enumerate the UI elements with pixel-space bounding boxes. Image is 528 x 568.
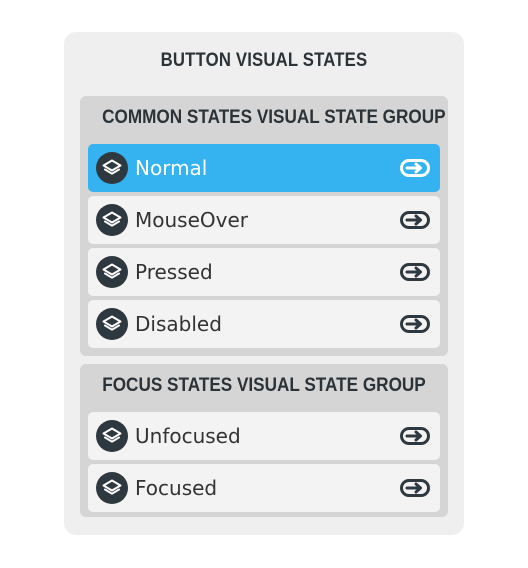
common-states-group: COMMON STATES VISUAL STATE GROUP Normal (80, 96, 448, 356)
state-label: Unfocused (135, 424, 241, 448)
state-label: MouseOver (135, 208, 248, 232)
panel-title: BUTTON VISUAL STATES (160, 50, 368, 71)
state-item-disabled[interactable]: Disabled (88, 300, 440, 348)
link-arrow-icon[interactable] (398, 422, 432, 450)
state-item-pressed[interactable]: Pressed (88, 248, 440, 296)
group-title: FOCUS STATES VISUAL STATE GROUP (102, 374, 426, 396)
state-item-focused[interactable]: Focused (88, 464, 440, 512)
layers-icon (96, 152, 128, 184)
state-label: Normal (135, 156, 208, 180)
link-arrow-icon[interactable] (398, 310, 432, 338)
link-arrow-icon[interactable] (398, 258, 432, 286)
layers-icon (96, 308, 128, 340)
layers-icon (96, 256, 128, 288)
link-arrow-icon[interactable] (398, 206, 432, 234)
layers-icon (96, 204, 128, 236)
state-label: Pressed (135, 260, 213, 284)
link-arrow-icon[interactable] (398, 154, 432, 182)
visual-states-panel: BUTTON VISUAL STATES COMMON STATES VISUA… (64, 32, 464, 535)
state-label: Disabled (135, 312, 222, 336)
state-item-unfocused[interactable]: Unfocused (88, 412, 440, 460)
state-item-normal[interactable]: Normal (88, 144, 440, 192)
group-title: COMMON STATES VISUAL STATE GROUP (102, 106, 446, 128)
layers-icon (96, 420, 128, 452)
link-arrow-icon[interactable] (398, 474, 432, 502)
focus-states-group: FOCUS STATES VISUAL STATE GROUP Unfocuse… (80, 364, 448, 517)
state-item-mouseover[interactable]: MouseOver (88, 196, 440, 244)
layers-icon (96, 472, 128, 504)
state-label: Focused (135, 476, 218, 500)
